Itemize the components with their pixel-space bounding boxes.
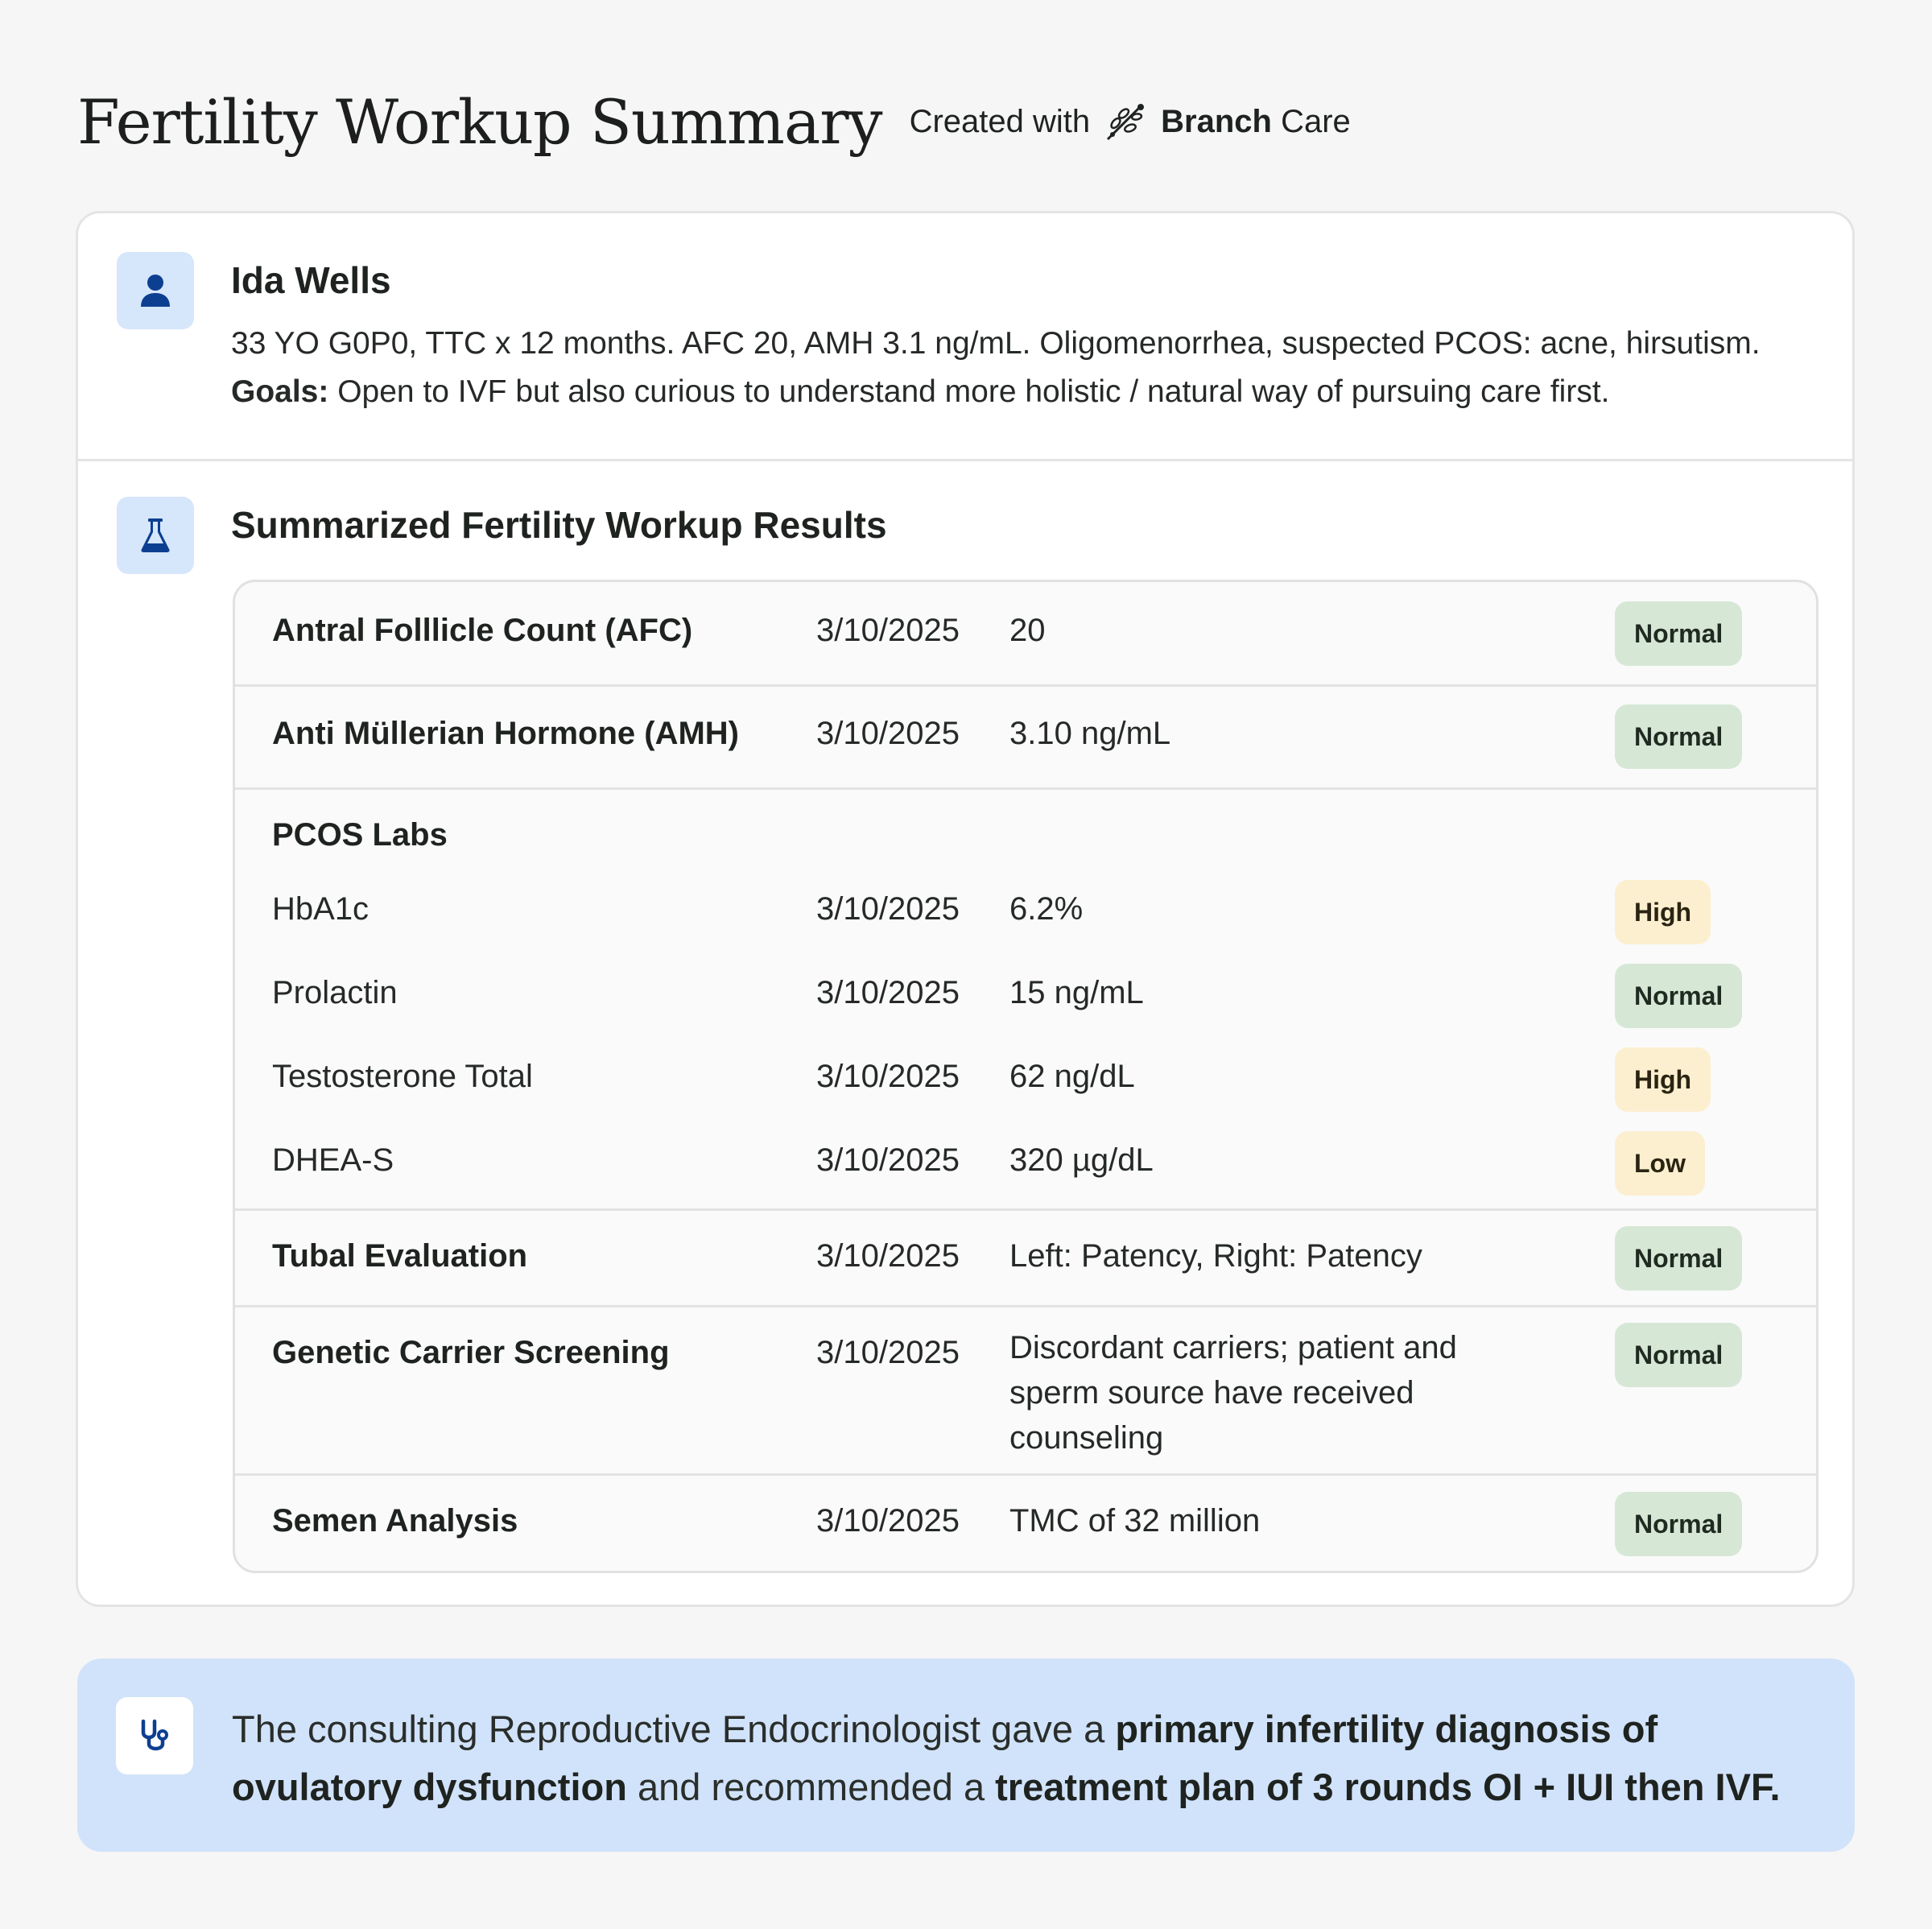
row-value: 15 ng/mL [1009, 975, 1144, 1010]
row-value: 320 µg/dL [1009, 1142, 1154, 1178]
status-badge: Normal [1615, 601, 1743, 666]
flask-icon [141, 518, 170, 552]
brand-credit: Created with Branch Care [910, 99, 1351, 144]
row-date: 3/10/2025 [816, 891, 960, 927]
row-date: 3/10/2025 [816, 716, 960, 751]
row-name: Tubal Evaluation [272, 1238, 528, 1274]
treatment-plan-highlight: treatment plan of 3 rounds OI + IUI then… [995, 1766, 1781, 1808]
note-text-2: and recommended a [626, 1766, 996, 1808]
note-text-1: The consulting Reproductive Endocrinolog… [232, 1708, 1116, 1750]
status-badge: Normal [1615, 964, 1743, 1028]
created-with-label: Created with [909, 103, 1091, 139]
row-date: 3/10/2025 [816, 975, 960, 1010]
goals-label: Goals: [231, 374, 329, 409]
patient-summary: 33 YO G0P0, TTC x 12 months. AFC 20, AMH… [231, 326, 1761, 361]
diagnosis-text: The consulting Reproductive Endocrinolog… [232, 1700, 1826, 1816]
section-divider [78, 459, 1852, 461]
row-value: 20 [1009, 613, 1046, 648]
summary-card: Ida Wells 33 YO G0P0, TTC x 12 months. A… [76, 211, 1855, 1607]
row-name: HbA1c [272, 891, 369, 927]
row-name: Genetic Carrier Screening [272, 1335, 670, 1370]
page-title: Fertility Workup Summary [77, 85, 883, 158]
row-value: 6.2% [1009, 891, 1084, 927]
row-name: Antral Folllicle Count (AFC) [272, 613, 693, 648]
pcos-labs-group: PCOS Labs HbA1c 3/10/2025 6.2% High Prol… [235, 790, 1816, 1208]
brand-name-light: Care [1281, 103, 1351, 139]
row-value: 62 ng/dL [1009, 1059, 1135, 1094]
status-badge: Normal [1615, 1226, 1743, 1291]
note-icon-box [116, 1697, 193, 1774]
row-name: Semen Analysis [272, 1503, 518, 1539]
status-badge: Normal [1615, 1492, 1743, 1556]
row-value: TMC of 32 million [1009, 1503, 1261, 1539]
branch-logo-icon [1107, 104, 1145, 141]
row-date: 3/10/2025 [816, 1335, 960, 1370]
stethoscope-icon [141, 1719, 168, 1751]
status-badge: Normal [1615, 704, 1743, 769]
patient-name: Ida Wells [231, 259, 391, 301]
row-date: 3/10/2025 [816, 613, 960, 648]
row-date: 3/10/2025 [816, 1059, 960, 1094]
patient-icon-box [117, 252, 194, 329]
diagnosis-note: The consulting Reproductive Endocrinolog… [77, 1658, 1855, 1852]
pcos-labs-label: PCOS Labs [272, 817, 448, 853]
row-name: Anti Müllerian Hormone (AMH) [272, 716, 739, 751]
status-badge: Low [1615, 1131, 1705, 1196]
patient-goals: Goals: Open to IVF but also curious to u… [231, 374, 1610, 410]
results-table: Antral Folllicle Count (AFC) 3/10/2025 2… [233, 580, 1818, 1573]
brand-name-bold: Branch [1161, 103, 1272, 139]
row-date: 3/10/2025 [816, 1503, 960, 1539]
row-date: 3/10/2025 [816, 1142, 960, 1178]
brand-name: Branch Care [1161, 104, 1351, 140]
table-row: Semen Analysis 3/10/2025 TMC of 32 milli… [235, 1476, 1816, 1571]
goals-text: Open to IVF but also curious to understa… [328, 374, 1610, 409]
table-row: Anti Müllerian Hormone (AMH) 3/10/2025 3… [235, 687, 1816, 787]
row-name: DHEA-S [272, 1142, 394, 1178]
results-title: Summarized Fertility Workup Results [231, 504, 887, 546]
person-icon [141, 275, 170, 307]
table-row: Tubal Evaluation 3/10/2025 Left: Patency… [235, 1211, 1816, 1305]
row-name: Prolactin [272, 975, 398, 1010]
table-row: Antral Folllicle Count (AFC) 3/10/2025 2… [235, 582, 1816, 684]
row-value: 3.10 ng/mL [1009, 716, 1171, 751]
results-icon-box [117, 497, 194, 574]
table-row: Genetic Carrier Screening 3/10/2025 Disc… [235, 1307, 1816, 1473]
row-name: Testosterone Total [272, 1059, 533, 1094]
status-badge: High [1615, 1047, 1711, 1112]
row-date: 3/10/2025 [816, 1238, 960, 1274]
page-header: Fertility Workup Summary Created with Br… [77, 77, 1351, 166]
row-value: Discordant carriers; patient and sperm s… [1009, 1330, 1457, 1456]
status-badge: Normal [1615, 1323, 1743, 1387]
status-badge: High [1615, 880, 1711, 944]
row-value: Left: Patency, Right: Patency [1009, 1238, 1422, 1274]
